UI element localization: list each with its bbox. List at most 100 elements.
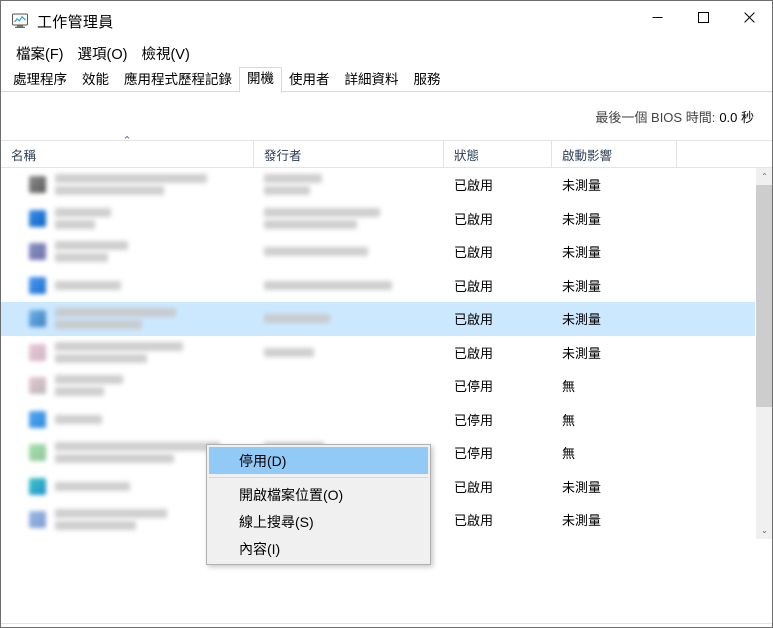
table-row[interactable]: 已啟用 未測量: [1, 269, 772, 303]
task-manager-window: 工作管理員 檔案(F) 選項(O) 檢視(V) 處理程序 效能 應用程式歷程記錄…: [0, 0, 773, 628]
cell-status: 已停用: [454, 379, 494, 395]
column-header-name-label: 名稱: [11, 148, 37, 163]
scrollbar-thumb[interactable]: [756, 185, 772, 407]
cell-name: [1, 403, 254, 437]
publisher-text: [264, 247, 368, 257]
window-controls: [634, 1, 772, 33]
name-text: [55, 308, 176, 330]
table-row[interactable]: 已啟用 未測量: [1, 336, 772, 370]
cell-publisher: [254, 336, 444, 370]
cell-status: 已停用: [454, 446, 494, 462]
tab-users[interactable]: 使用者: [281, 68, 338, 92]
cell-status: 已啟用: [454, 345, 494, 361]
scroll-down-arrow-icon[interactable]: ⌄: [756, 522, 772, 539]
column-header-name[interactable]: 名稱 ⌃: [1, 136, 254, 167]
context-menu-item-properties[interactable]: 內容(I): [207, 535, 430, 562]
column-header-publisher-label: 發行者: [264, 148, 302, 163]
startup-pane: 最後一個 BIOS 時間: 0.0 秒 名稱 ⌃ 發行者 狀態 啟動影響 已啟用…: [1, 92, 772, 623]
cell-status: 已啟用: [454, 312, 494, 328]
tab-processes[interactable]: 處理程序: [5, 68, 75, 92]
table-row[interactable]: 已啟用 未測量: [1, 302, 772, 336]
cell-impact: 無: [562, 446, 576, 462]
vertical-scrollbar[interactable]: ⌃ ⌄: [755, 168, 772, 539]
context-menu-item-disable[interactable]: 停用(D): [209, 447, 428, 474]
column-header-status-label: 狀態: [454, 148, 480, 163]
menu-view[interactable]: 檢視(V): [134, 41, 196, 67]
cell-publisher: [254, 269, 444, 303]
cell-name: [1, 235, 254, 269]
column-header-publisher[interactable]: 發行者: [254, 141, 444, 167]
cell-status: 已啟用: [454, 278, 494, 294]
name-text: [55, 375, 123, 397]
title-bar: 工作管理員: [1, 1, 772, 41]
column-header-status[interactable]: 狀態: [444, 141, 552, 167]
menu-options[interactable]: 選項(O): [71, 41, 135, 67]
menu-file[interactable]: 檔案(F): [9, 41, 71, 67]
app-icon: [29, 209, 46, 227]
table-row[interactable]: 已啟用 未測量: [1, 202, 772, 236]
tab-services[interactable]: 服務: [406, 68, 449, 92]
name-text: [55, 442, 220, 464]
tab-strip: 處理程序 效能 應用程式歷程記錄 開機 使用者 詳細資料 服務: [1, 67, 772, 93]
name-text: [55, 481, 130, 491]
cell-name: [1, 369, 254, 403]
maximize-button[interactable]: [680, 1, 726, 33]
cell-name: [1, 302, 254, 336]
name-text: [55, 207, 111, 229]
cell-status: 已啟用: [454, 245, 494, 261]
scroll-up-arrow-icon[interactable]: ⌃: [756, 168, 772, 185]
app-icon: [29, 477, 46, 495]
cell-name: [1, 202, 254, 236]
footer-bar: 較少詳細資料(D) 停用(A): [1, 623, 772, 627]
cell-status: 已啟用: [454, 513, 494, 529]
tab-details[interactable]: 詳細資料: [337, 68, 407, 92]
task-manager-icon: [10, 11, 30, 31]
table-row[interactable]: 已停用 無: [1, 403, 772, 437]
cell-impact: 未測量: [562, 211, 602, 227]
tab-startup[interactable]: 開機: [239, 67, 282, 93]
app-icon: [29, 310, 46, 328]
publisher-text: [264, 314, 330, 324]
name-text: [55, 509, 167, 531]
name-text: [55, 174, 207, 196]
cell-publisher: [254, 403, 444, 437]
table-row[interactable]: 已啟用 未測量: [1, 235, 772, 269]
minimize-button[interactable]: [634, 1, 680, 33]
column-header-impact-label: 啟動影響: [562, 148, 613, 163]
name-text: [55, 414, 102, 424]
cell-status: 已啟用: [454, 178, 494, 194]
close-button[interactable]: [726, 1, 772, 33]
publisher-text: [264, 174, 322, 196]
app-icon: [29, 176, 46, 194]
cell-publisher: [254, 302, 444, 336]
cell-name: [1, 336, 254, 370]
table-row[interactable]: 已啟用 未測量: [1, 168, 772, 202]
tab-performance[interactable]: 效能: [74, 68, 117, 92]
tab-app-history[interactable]: 應用程式歷程記錄: [116, 68, 240, 92]
cell-publisher: [254, 168, 444, 202]
context-menu-item-open-file-location[interactable]: 開啟檔案位置(O): [207, 481, 430, 508]
app-icon: [29, 511, 46, 529]
cell-impact: 無: [562, 379, 576, 395]
context-menu-item-search-online[interactable]: 線上搜尋(S): [207, 508, 430, 535]
cell-impact: 未測量: [562, 479, 602, 495]
table-row[interactable]: 已停用 無: [1, 369, 772, 403]
bios-time-value: 0.0 秒: [719, 109, 754, 125]
app-icon: [29, 276, 46, 294]
column-header-impact[interactable]: 啟動影響: [552, 141, 677, 167]
app-icon: [29, 343, 46, 361]
cell-publisher: [254, 235, 444, 269]
table-header: 名稱 ⌃ 發行者 狀態 啟動影響: [1, 136, 772, 168]
window-title: 工作管理員: [37, 13, 114, 31]
cell-impact: 無: [562, 412, 576, 428]
cell-impact: 未測量: [562, 245, 602, 261]
cell-impact: 未測量: [562, 513, 602, 529]
context-menu-separator: [209, 477, 428, 478]
publisher-text: [264, 347, 314, 357]
cell-impact: 未測量: [562, 345, 602, 361]
cell-status: 已啟用: [454, 479, 494, 495]
name-text: [55, 241, 128, 263]
publisher-text: [264, 280, 392, 290]
cell-status: 已停用: [454, 412, 494, 428]
bios-time-row: 最後一個 BIOS 時間: 0.0 秒: [1, 92, 772, 140]
